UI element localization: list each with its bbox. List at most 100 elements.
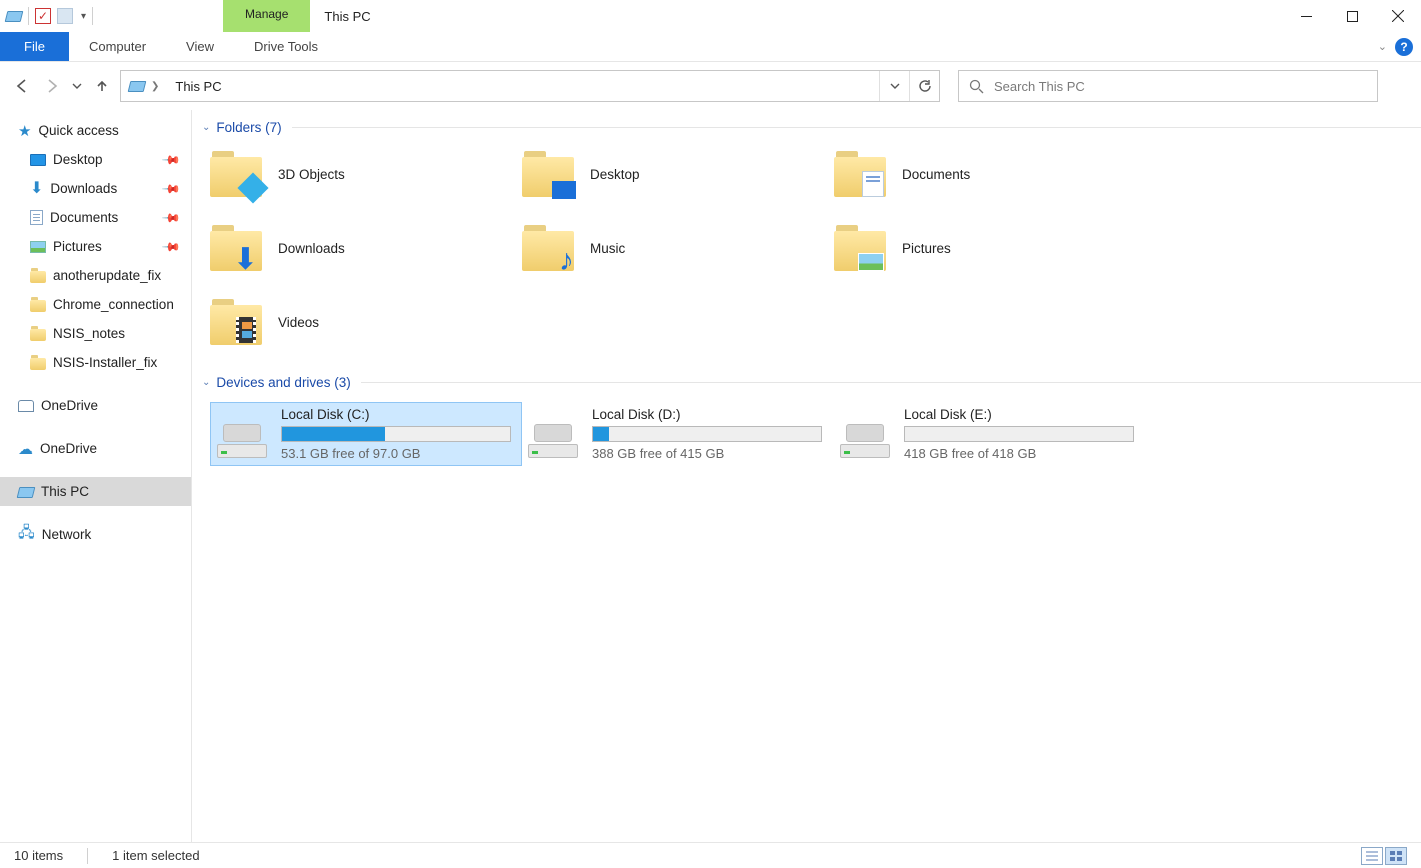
refresh-button[interactable]: [909, 71, 939, 101]
drive-free-text: 418 GB free of 418 GB: [904, 446, 1140, 461]
folder-item[interactable]: Pictures: [834, 221, 1146, 275]
up-button[interactable]: [90, 74, 114, 98]
sidebar-item-label: NSIS-Installer_fix: [53, 355, 157, 370]
app-icon: [5, 11, 24, 22]
drive-capacity-bar: [904, 426, 1134, 442]
address-bar[interactable]: ❯ This PC: [120, 70, 940, 102]
group-header-drives[interactable]: ⌄ Devices and drives (3): [192, 365, 1421, 396]
sidebar-quick-access[interactable]: ★ Quick access: [0, 116, 191, 145]
folder-item[interactable]: Documents: [834, 147, 1146, 201]
folder-icon: [834, 151, 886, 197]
expand-ribbon-icon[interactable]: ⌄: [1378, 40, 1387, 53]
minimize-button[interactable]: [1283, 0, 1329, 32]
sidebar-item-label: Downloads: [50, 181, 117, 196]
qat-newfolder-icon[interactable]: [57, 8, 73, 24]
cloud-icon: ☁: [18, 440, 33, 458]
folder-item[interactable]: Desktop: [522, 147, 834, 201]
sidebar-onedrive-local[interactable]: OneDrive: [0, 391, 191, 420]
drives-grid: Local Disk (C:)53.1 GB free of 97.0 GBLo…: [192, 396, 1421, 466]
thispc-icon: [128, 81, 147, 92]
group-count: 7: [270, 120, 278, 135]
status-item-count: 10 items: [14, 848, 63, 863]
drive-item[interactable]: Local Disk (E:)418 GB free of 418 GB: [834, 402, 1146, 466]
group-label: Devices and drives: [216, 375, 330, 390]
drive-label: Local Disk (C:): [281, 407, 515, 422]
sidebar-item[interactable]: Documents📌: [0, 203, 191, 232]
folder-icon: [30, 329, 46, 341]
folder-icon: [522, 151, 574, 197]
folder-icon: [210, 151, 262, 197]
chevron-down-icon: ⌄: [202, 377, 210, 388]
sidebar-label: This PC: [41, 484, 89, 499]
sidebar-item[interactable]: anotherupdate_fix: [0, 261, 191, 290]
qat-dropdown-icon[interactable]: ▾: [81, 11, 86, 22]
tab-drive-tools[interactable]: Drive Tools: [234, 32, 338, 61]
pin-icon: 📌: [161, 207, 181, 227]
folder-item[interactable]: ⬇Downloads: [210, 221, 522, 275]
tab-view[interactable]: View: [166, 32, 234, 61]
folder-item[interactable]: Videos: [210, 295, 522, 349]
search-icon: [969, 79, 984, 94]
manage-context-tab[interactable]: Manage: [223, 0, 310, 32]
tab-file[interactable]: File: [0, 32, 69, 61]
sidebar-item[interactable]: ⬇ Downloads 📌: [0, 174, 191, 203]
navigation-row: ❯ This PC: [0, 62, 1421, 110]
folder-icon: [834, 225, 886, 271]
qat-properties-icon[interactable]: ✓: [35, 8, 51, 24]
drive-item[interactable]: Local Disk (C:) 53.1 GB free of 97.0 GB: [210, 402, 522, 466]
monitor-icon: [30, 154, 46, 166]
folder-item[interactable]: 3D Objects: [210, 147, 522, 201]
folder-label: 3D Objects: [278, 167, 345, 182]
drive-item[interactable]: Local Disk (D:)388 GB free of 415 GB: [522, 402, 834, 466]
help-icon[interactable]: ?: [1395, 38, 1413, 56]
drive-icon: [217, 420, 267, 458]
separator: [87, 848, 88, 864]
group-header-folders[interactable]: ⌄ Folders (7): [192, 110, 1421, 141]
tab-computer[interactable]: Computer: [69, 32, 166, 61]
folder-item[interactable]: ♪Music: [522, 221, 834, 275]
close-button[interactable]: [1375, 0, 1421, 32]
thispc-icon: [17, 487, 36, 498]
folder-label: Videos: [278, 315, 319, 330]
sidebar-label: Quick access: [38, 123, 118, 138]
drive-capacity-bar: [592, 426, 822, 442]
folder-icon: [210, 299, 262, 345]
folder-label: Documents: [902, 167, 970, 182]
search-box[interactable]: [958, 70, 1378, 102]
folder-icon: [30, 358, 46, 370]
status-selected-count: 1 item selected: [112, 848, 199, 863]
quick-access-toolbar: ✓ ▾: [0, 0, 103, 32]
tiles-view-button[interactable]: [1385, 847, 1407, 865]
sidebar-label: OneDrive: [40, 441, 97, 456]
breadcrumb-thispc[interactable]: This PC: [167, 71, 229, 101]
navigation-pane: ★ Quick access Desktop📌⬇Downloads📌Docume…: [0, 110, 192, 842]
drive-free-text: 53.1 GB free of 97.0 GB: [281, 446, 515, 461]
sidebar-item[interactable]: Pictures📌: [0, 232, 191, 261]
sidebar-item[interactable]: NSIS-Installer_fix: [0, 348, 191, 377]
download-icon: ⬇: [30, 182, 43, 196]
folder-label: Music: [590, 241, 625, 256]
separator: [28, 7, 29, 25]
breadcrumb-label: This PC: [175, 79, 221, 94]
folder-icon: [30, 300, 46, 312]
address-dropdown-button[interactable]: [879, 71, 909, 101]
search-input[interactable]: [994, 79, 1367, 94]
recent-locations-button[interactable]: [70, 74, 84, 98]
breadcrumb-root[interactable]: ❯: [121, 71, 167, 101]
sidebar-label: Network: [42, 527, 92, 542]
ribbon-tabs: File Computer View Drive Tools ⌄ ?: [0, 32, 1421, 62]
maximize-button[interactable]: [1329, 0, 1375, 32]
forward-button[interactable]: [40, 74, 64, 98]
sidebar-item[interactable]: Desktop📌: [0, 145, 191, 174]
details-view-button[interactable]: [1361, 847, 1383, 865]
sidebar-onedrive-cloud[interactable]: ☁ OneDrive: [0, 434, 191, 463]
pin-icon: 📌: [161, 178, 181, 198]
sidebar-item[interactable]: NSIS_notes: [0, 319, 191, 348]
sidebar-network[interactable]: 🖧 Network: [0, 520, 191, 549]
drive-free-text: 388 GB free of 415 GB: [592, 446, 828, 461]
back-button[interactable]: [10, 74, 34, 98]
folder-icon: ⬇: [210, 225, 262, 271]
sidebar-this-pc[interactable]: This PC: [0, 477, 191, 506]
pin-icon: 📌: [161, 149, 181, 169]
sidebar-item[interactable]: Chrome_connection: [0, 290, 191, 319]
